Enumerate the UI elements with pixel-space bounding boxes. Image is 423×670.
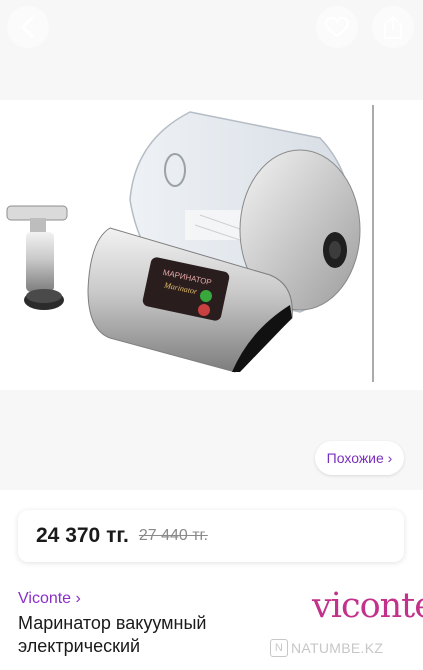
brand-link[interactable]: Viconte › bbox=[18, 590, 81, 608]
price-card: 24 370 тг. 27 440 тг. bbox=[18, 510, 404, 562]
heart-icon bbox=[324, 16, 350, 38]
favorite-button[interactable] bbox=[316, 6, 358, 48]
share-icon bbox=[384, 15, 402, 39]
back-button[interactable] bbox=[7, 6, 49, 48]
product-photo: МАРИНАТОР Marinator bbox=[0, 0, 423, 490]
top-bar bbox=[0, 0, 423, 56]
current-price: 24 370 тг. bbox=[36, 524, 129, 547]
similar-products-button[interactable]: Похожие › bbox=[315, 441, 404, 475]
watermark-icon: N bbox=[270, 639, 288, 657]
product-title: Маринатор вакуумный электрический bbox=[18, 613, 207, 656]
chevron-left-icon bbox=[21, 16, 34, 38]
product-image[interactable]: МАРИНАТОР Marinator bbox=[0, 0, 423, 490]
watermark: N NATUMBE.KZ bbox=[270, 638, 383, 658]
brand-logo: viconte bbox=[312, 586, 423, 626]
share-button[interactable] bbox=[372, 6, 414, 48]
old-price: 27 440 тг. bbox=[138, 527, 208, 544]
watermark-text: NATUMBE.KZ bbox=[291, 640, 384, 656]
